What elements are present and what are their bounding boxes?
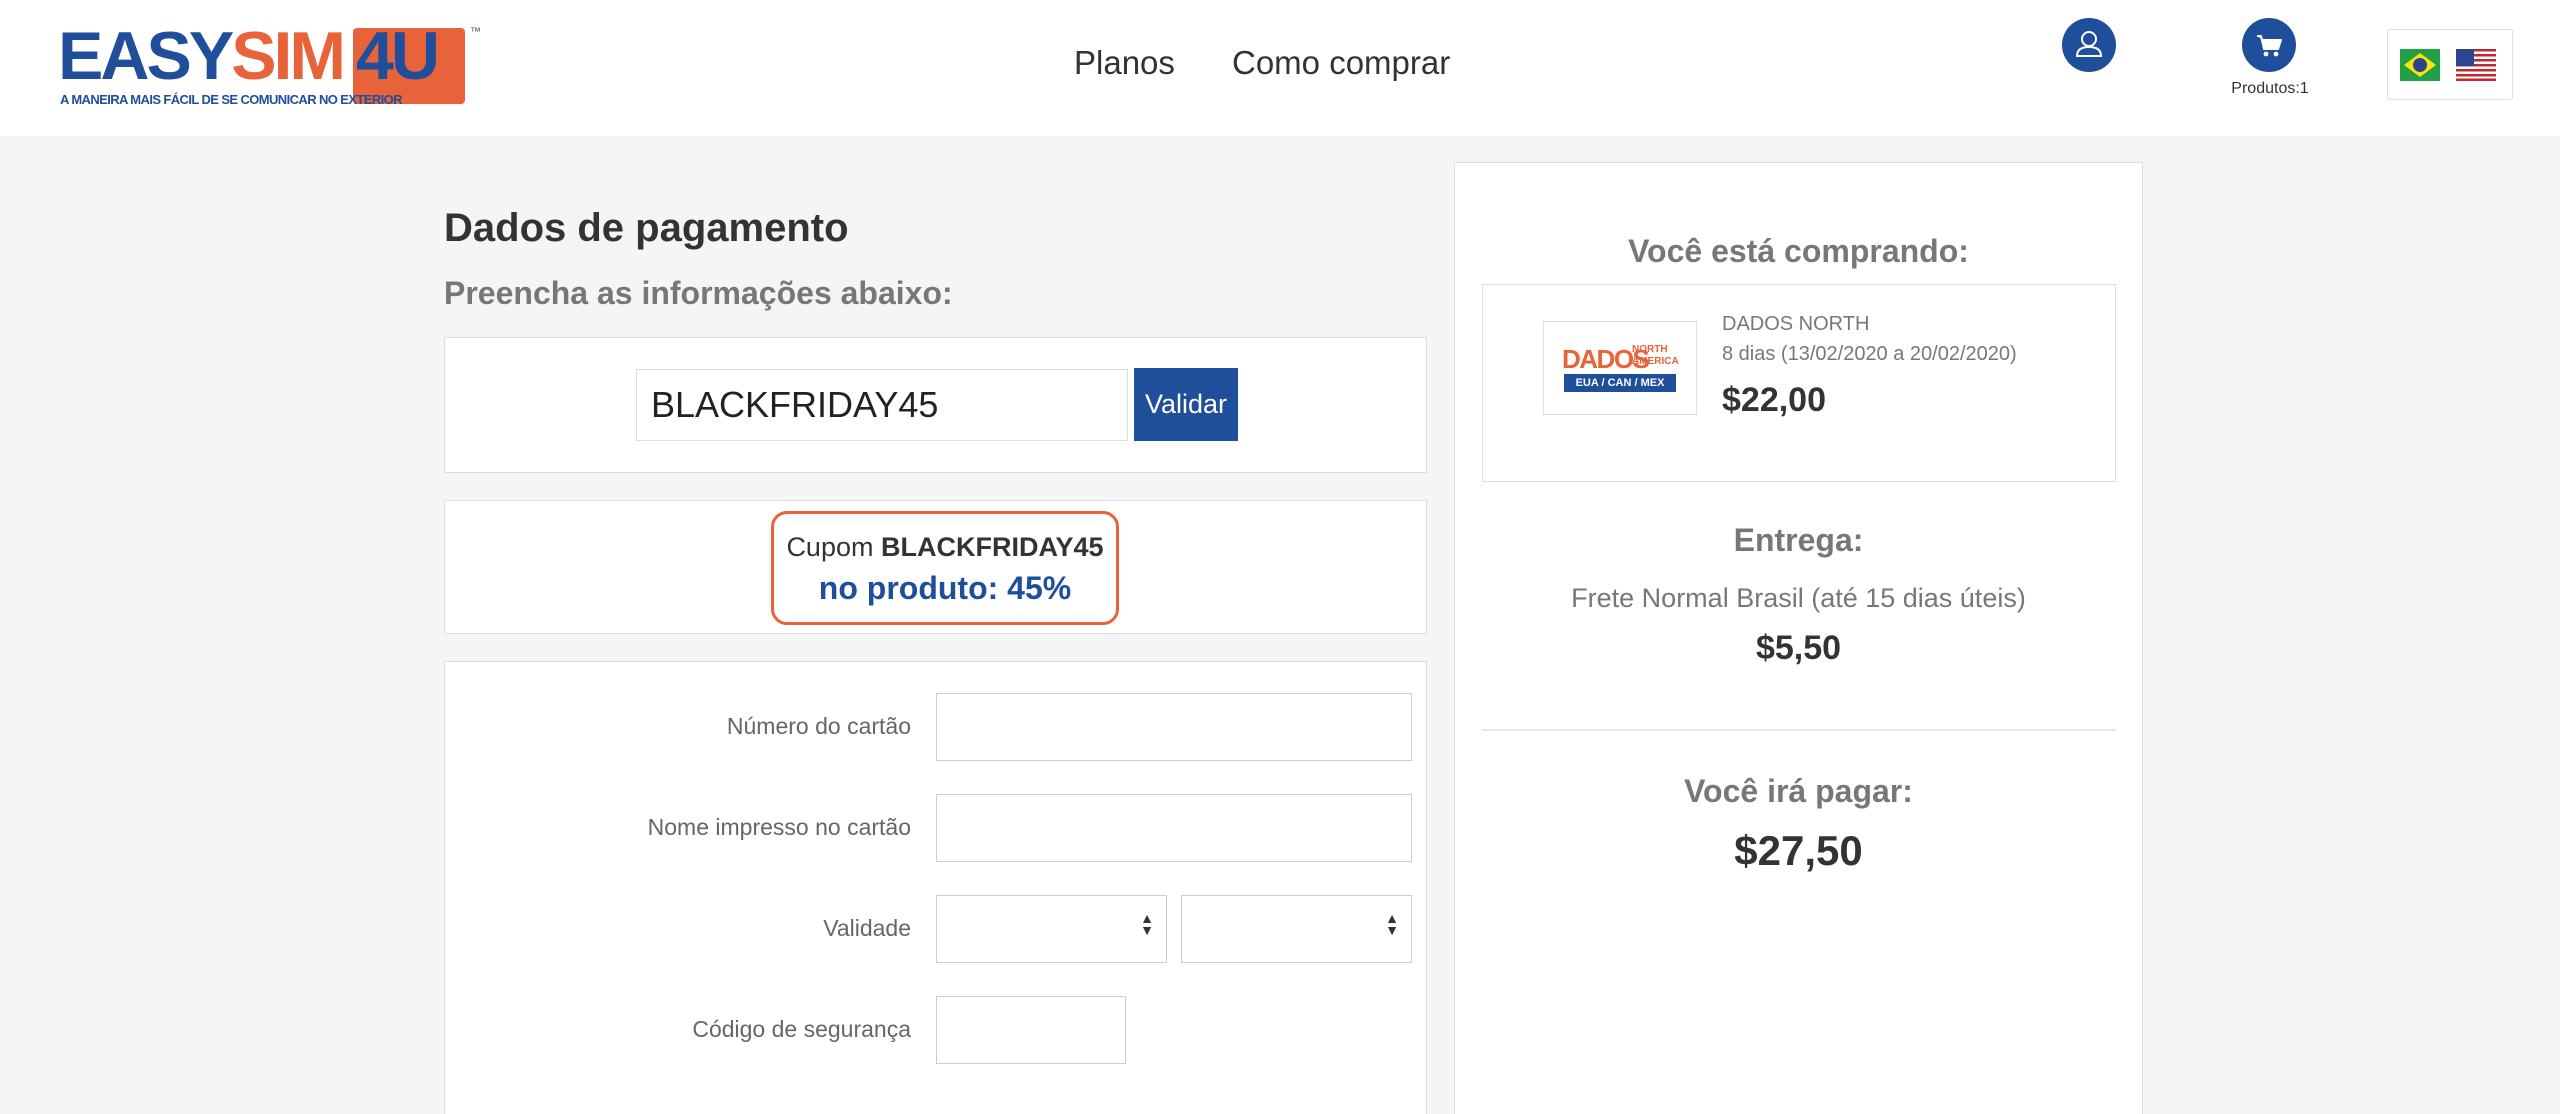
product-name: DADOS NORTH xyxy=(1722,313,1870,335)
logo-trademark: ™ xyxy=(470,26,481,38)
delivery-heading: Entrega: xyxy=(1733,522,1864,558)
card-name-input[interactable] xyxy=(936,794,1412,862)
select-arrows-icon: ▲ ▼ xyxy=(1140,910,1154,938)
coupon-panel: BLACKFRIDAY45 Validar xyxy=(444,337,1427,473)
total-price: $27,50 xyxy=(1734,827,1863,874)
user-icon xyxy=(2075,31,2103,57)
cart-button[interactable] xyxy=(2242,18,2296,72)
thumb-region: NORTH AMERICA xyxy=(1632,344,1679,367)
expiry-month-select[interactable]: ▲ ▼ xyxy=(936,895,1167,963)
coupon-applied-text: Cupom BLACKFRIDAY45 xyxy=(774,532,1116,563)
cvv-label: Código de segurança xyxy=(692,1016,911,1042)
coupon-code: BLACKFRIDAY45 xyxy=(881,532,1104,562)
cart-count-label[interactable]: Produtos:1 xyxy=(2222,80,2318,98)
easysim4u-logo[interactable]: EASYSIM 4U ™ A MANEIRA MAIS FÁCIL DE SE … xyxy=(58,18,488,108)
site-header: EASYSIM 4U ™ A MANEIRA MAIS FÁCIL DE SE … xyxy=(0,0,2560,136)
expiry-label: Validade xyxy=(823,915,911,941)
validate-coupon-button[interactable]: Validar xyxy=(1134,368,1238,441)
expiry-year-select[interactable]: ▲ ▼ xyxy=(1181,895,1412,963)
cvv-input[interactable] xyxy=(936,996,1126,1064)
logo-4u: 4U xyxy=(356,18,440,94)
logo-sim: SIM xyxy=(231,18,346,94)
logo-tagline: A MANEIRA MAIS FÁCIL DE SE COMUNICAR NO … xyxy=(60,92,403,107)
coupon-prefix: Cupom xyxy=(786,532,874,562)
discount-panel: Cupom BLACKFRIDAY45 no produto: 45% xyxy=(444,500,1427,634)
total-heading: Você irá pagar: xyxy=(1684,773,1913,809)
card-number-input[interactable] xyxy=(936,693,1412,761)
delivery-price: $5,50 xyxy=(1755,629,1842,667)
order-summary: Você está comprando: DADOS NORTH AMERICA… xyxy=(1454,162,2143,1114)
delivery-method: Frete Normal Brasil (até 15 dias úteis) xyxy=(1571,583,2026,613)
product-card: DADOS NORTH AMERICA EUA / CAN / MEX DADO… xyxy=(1482,284,2116,482)
product-price: $22,00 xyxy=(1722,381,1826,419)
product-thumbnail: DADOS NORTH AMERICA EUA / CAN / MEX xyxy=(1543,321,1697,415)
cart-icon xyxy=(2257,35,2282,57)
card-form-panel: Número do cartão Nome impresso no cartão… xyxy=(444,661,1427,1114)
usa-flag-icon[interactable] xyxy=(2456,45,2496,85)
card-number-label: Número do cartão xyxy=(726,713,911,739)
summary-divider xyxy=(1482,729,2116,731)
thumb-countries: EUA / CAN / MEX xyxy=(1564,374,1676,392)
coupon-input[interactable]: BLACKFRIDAY45 xyxy=(636,369,1128,441)
page-subtitle: Preencha as informações abaixo: xyxy=(444,275,953,311)
product-dates: 8 dias (13/02/2020 a 20/02/2020) xyxy=(1722,343,2017,365)
logo-wordmark: EASYSIM xyxy=(58,22,346,90)
coupon-discount-detail: no produto: 45% xyxy=(818,570,1072,606)
logo-easy: EASY xyxy=(58,18,234,94)
nav-como-comprar[interactable]: Como comprar xyxy=(1232,44,1450,82)
select-arrows-icon: ▲ ▼ xyxy=(1385,910,1399,938)
brazil-flag-icon[interactable] xyxy=(2400,45,2440,85)
language-selector xyxy=(2387,29,2513,100)
page-title: Dados de pagamento xyxy=(444,206,849,250)
card-name-label: Nome impresso no cartão xyxy=(647,814,911,840)
buying-heading: Você está comprando: xyxy=(1628,233,1969,269)
coupon-applied-badge: Cupom BLACKFRIDAY45 no produto: 45% xyxy=(771,511,1119,625)
user-account-button[interactable] xyxy=(2062,18,2116,72)
nav-planos[interactable]: Planos xyxy=(1074,44,1175,82)
